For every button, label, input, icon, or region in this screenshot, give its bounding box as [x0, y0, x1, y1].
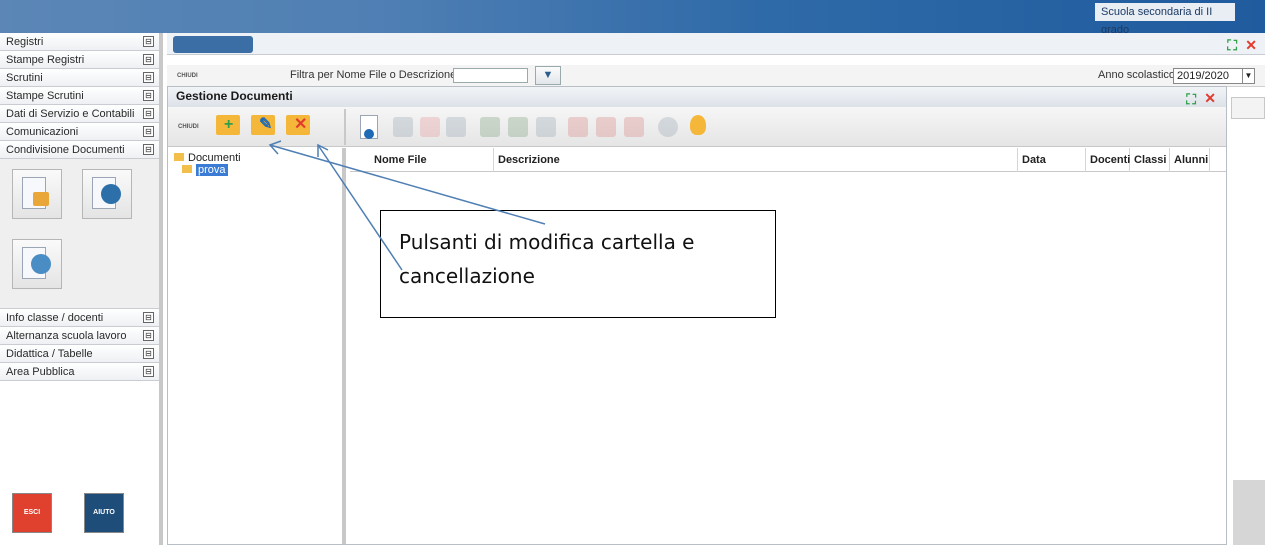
sidebar-item-stampe-registri[interactable]: Stampe Registri ⊟	[0, 51, 159, 69]
filter-label: Filtra per Nome File o Descrizione:	[290, 69, 460, 81]
sidebar-item-registri[interactable]: Registri ⊟	[0, 33, 159, 51]
new-folder-icon[interactable]: +	[216, 115, 240, 135]
private-documents-icon[interactable]	[12, 169, 62, 219]
delete-folder-icon[interactable]: ✕	[286, 115, 310, 135]
filter-button[interactable]: ▼	[535, 66, 561, 85]
column-header-nome-file[interactable]: Nome File	[370, 148, 494, 172]
sidebar-item-alternanza[interactable]: Alternanza scuola lavoro ⊟	[0, 327, 159, 345]
sidebar-item-label: Registri	[6, 36, 44, 48]
download-icon[interactable]	[446, 117, 466, 137]
tab-bar: ⛶ ✕	[167, 33, 1265, 55]
tree-node-prova[interactable]: prova	[182, 164, 228, 176]
toolbar-divider	[344, 109, 346, 145]
group-documents-icon[interactable]	[12, 239, 62, 289]
sidebar-item-label: Alternanza scuola lavoro	[6, 330, 127, 342]
grid-header: Nome File Descrizione Data Docenti Class…	[350, 148, 1226, 172]
folder-tree: Documenti prova	[168, 148, 346, 544]
assign-students-icon[interactable]	[536, 117, 556, 137]
sidebar-item-label: Area Pubblica	[6, 366, 75, 378]
top-header-bar: Scuola secondaria di II grado	[0, 0, 1265, 36]
dialog-title: Gestione Documenti	[168, 87, 1226, 107]
tree-node-documenti[interactable]: Documenti	[174, 152, 241, 164]
filter-input[interactable]	[453, 68, 528, 83]
close-icon[interactable]: ✕	[1245, 37, 1257, 54]
info-icon[interactable]	[658, 117, 678, 137]
school-level-label: Scuola secondaria di II grado	[1095, 3, 1235, 36]
edit-file-icon[interactable]	[393, 117, 413, 137]
close-icon[interactable]: ✕	[1204, 90, 1216, 107]
maximize-icon[interactable]: ⛶	[1227, 37, 1237, 54]
assign-teachers-icon[interactable]	[480, 117, 500, 137]
help-button[interactable]: AIUTO	[84, 493, 124, 533]
scroll-corner	[1233, 480, 1265, 545]
filter-bar: CHIUDI Filtra per Nome File o Descrizion…	[167, 65, 1265, 87]
maximize-icon[interactable]: ⛶	[1186, 91, 1196, 108]
column-header-docenti[interactable]: Docenti	[1086, 148, 1130, 172]
lock-icon	[33, 192, 49, 206]
sidebar-item-label: Stampe Registri	[6, 54, 85, 66]
expand-icon[interactable]: ⊟	[143, 348, 154, 359]
sidebar-item-area-pubblica[interactable]: Area Pubblica ⊟	[0, 363, 159, 381]
expand-icon[interactable]: ⊟	[143, 330, 154, 341]
sidebar-item-label: Didattica / Tabelle	[6, 348, 93, 360]
expand-icon[interactable]: ⊟	[143, 90, 154, 101]
remove-students-icon[interactable]	[624, 117, 644, 137]
sidebar-item-label: Condivisione Documenti	[6, 144, 125, 156]
sidebar-item-label: Comunicazioni	[6, 126, 79, 138]
remove-classes-icon[interactable]	[596, 117, 616, 137]
new-file-icon[interactable]	[360, 115, 378, 139]
year-value: 2019/2020	[1177, 70, 1229, 82]
sidebar-item-label: Dati di Servizio e Contabili	[6, 108, 135, 120]
sidebar-item-label: Scrutini	[6, 72, 43, 84]
expand-icon[interactable]: ⊟	[143, 126, 154, 137]
column-header-alunni[interactable]: Alunni	[1170, 148, 1210, 172]
column-header-data[interactable]: Data	[1018, 148, 1086, 172]
expand-icon[interactable]: ⊟	[143, 312, 154, 323]
add-icon	[364, 129, 374, 139]
exit-button[interactable]: ESCI	[12, 493, 52, 533]
folder-icon	[174, 153, 184, 161]
close-button[interactable]: CHIUDI	[177, 73, 198, 79]
expand-icon[interactable]: ⊟	[143, 36, 154, 47]
assign-classes-icon[interactable]	[508, 117, 528, 137]
expand-icon[interactable]: ⊟	[143, 108, 154, 119]
filter-icon: ▼	[542, 69, 554, 81]
sidebar-item-info-classe[interactable]: Info classe / docenti ⊟	[0, 309, 159, 327]
annotation-callout: Pulsanti di modifica cartella e cancella…	[380, 210, 776, 318]
chevron-down-icon[interactable]: ▼	[1242, 69, 1254, 83]
close-button[interactable]: CHIUDI	[178, 124, 199, 130]
sidebar-item-didattica[interactable]: Didattica / Tabelle ⊟	[0, 345, 159, 363]
documents-grid: Nome File Descrizione Data Docenti Class…	[350, 148, 1226, 544]
tree-node-label: prova	[196, 164, 228, 176]
shared-documents-icon[interactable]	[82, 169, 132, 219]
edit-folder-icon[interactable]: ✎	[251, 115, 275, 135]
column-header-classi[interactable]: Classi	[1130, 148, 1170, 172]
dialog-toolbar: CHIUDI + ✎ ✕	[168, 107, 1226, 147]
sidebar-item-stampe-scrutini[interactable]: Stampe Scrutini ⊟	[0, 87, 159, 105]
sidebar-item-scrutini[interactable]: Scrutini ⊟	[0, 69, 159, 87]
folder-icon	[182, 165, 192, 173]
year-label: Anno scolastico:	[1098, 69, 1179, 81]
users-icon	[31, 254, 51, 274]
expand-icon[interactable]: ⊟	[143, 54, 154, 65]
sidebar-item-comunicazioni[interactable]: Comunicazioni ⊟	[0, 123, 159, 141]
sidebar-item-label: Info classe / docenti	[6, 312, 104, 324]
expand-icon[interactable]: ⊟	[143, 144, 154, 155]
column-header-descrizione[interactable]: Descrizione	[494, 148, 1018, 172]
side-panel-stub	[1231, 97, 1265, 119]
active-tab[interactable]	[173, 36, 253, 53]
sidebar-item-label: Stampe Scrutini	[6, 90, 84, 102]
expand-icon[interactable]: ⊟	[143, 366, 154, 377]
delete-file-icon[interactable]	[420, 117, 440, 137]
tree-node-label: Documenti	[188, 152, 241, 164]
user-icon	[101, 184, 121, 204]
expand-icon[interactable]: ⊟	[143, 72, 154, 83]
lightbulb-icon[interactable]	[690, 115, 706, 135]
condivisione-icon-panel	[0, 159, 159, 309]
year-select[interactable]: 2019/2020 ▼	[1173, 68, 1255, 84]
sidebar-item-condivisione-documenti[interactable]: Condivisione Documenti ⊟	[0, 141, 159, 159]
sidebar: Registri ⊟ Stampe Registri ⊟ Scrutini ⊟ Sta…	[0, 33, 163, 545]
remove-teachers-icon[interactable]	[568, 117, 588, 137]
sidebar-item-dati-servizio[interactable]: Dati di Servizio e Contabili ⊟	[0, 105, 159, 123]
